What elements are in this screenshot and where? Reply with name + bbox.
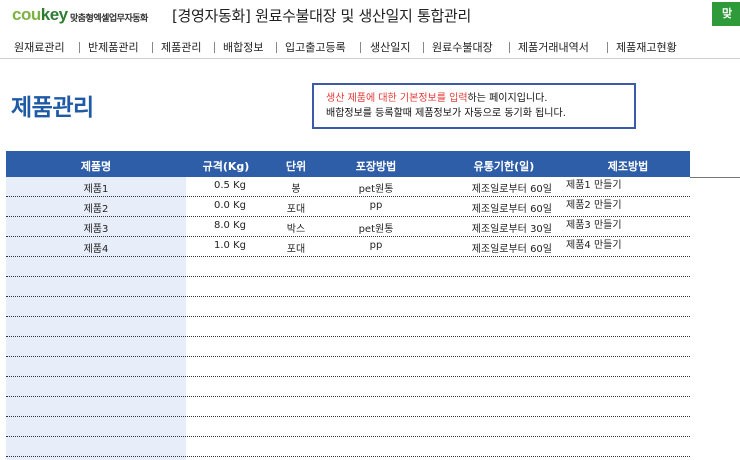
cell-shelf-life[interactable]: 제조일로부터 60일 — [446, 180, 552, 195]
empty-row[interactable] — [6, 317, 690, 337]
empty-row[interactable] — [6, 277, 690, 297]
nav-separator — [214, 42, 215, 53]
cell-name[interactable]: 제품1 — [6, 180, 186, 195]
table-row[interactable]: 제품1 0.5 Kg 봉 pet원통 제조일로부터 60일 제품1 만들기 — [6, 177, 690, 197]
nav-item-material-ledger[interactable]: 원료수불대장 — [432, 39, 493, 55]
empty-row[interactable] — [6, 257, 690, 277]
nav-item-products[interactable]: 제품관리 — [161, 39, 201, 55]
cell-name[interactable]: 제품4 — [6, 240, 186, 255]
cell-spec[interactable]: 0.0 Kg — [186, 200, 246, 211]
empty-row[interactable] — [6, 337, 690, 357]
cell-pack[interactable]: pp — [324, 240, 428, 251]
main-nav: 원재료관리 반제품관리 제품관리 배합정보 입고출고등록 생산일지 원료수불대장… — [0, 35, 740, 59]
cell-method[interactable]: 제품4 만들기 — [566, 236, 686, 251]
cell-spec[interactable]: 1.0 Kg — [186, 240, 246, 251]
nav-item-formula[interactable]: 배합정보 — [223, 39, 263, 55]
cell-spec[interactable]: 0.5 Kg — [186, 180, 246, 191]
notice-line-1: 생산 제품에 대한 기본정보를 입력하는 페이지입니다. — [326, 91, 634, 106]
info-notice: 생산 제품에 대한 기본정보를 입력하는 페이지입니다. 배합정보를 등록할때 … — [312, 83, 636, 129]
page-title: 제품관리 — [11, 95, 94, 121]
nav-item-inventory[interactable]: 제품재고현황 — [616, 39, 677, 55]
header-divider — [690, 177, 740, 178]
logo-text-key: key — [40, 5, 68, 24]
nav-item-raw-materials[interactable]: 원재료관리 — [14, 39, 65, 55]
cell-unit[interactable]: 포대 — [268, 240, 324, 255]
notice-line-2: 배합정보를 등록할때 제품정보가 자동으로 동기화 됩니다. — [326, 108, 566, 119]
table-header: 제품명 규격(Kg) 단위 포장방법 유통기한(일) 제조방법 — [6, 151, 690, 177]
cell-method[interactable]: 제품1 만들기 — [566, 176, 686, 191]
empty-row[interactable] — [6, 397, 690, 417]
cell-method[interactable]: 제품2 만들기 — [566, 196, 686, 211]
empty-row[interactable] — [6, 357, 690, 377]
table-row[interactable]: 제품4 1.0 Kg 포대 pp 제조일로부터 60일 제품4 만들기 — [6, 237, 690, 257]
nav-separator — [509, 42, 510, 53]
nav-item-production-log[interactable]: 생산일지 — [370, 39, 410, 55]
cell-pack[interactable]: pet원통 — [324, 220, 428, 235]
logo-subtitle: 맞춤형엑셀업무자동화 — [70, 14, 148, 24]
cell-unit[interactable]: 포대 — [268, 200, 324, 215]
nav-item-semi-products[interactable]: 반제품관리 — [88, 39, 139, 55]
empty-row[interactable] — [6, 417, 690, 437]
column-header-shelf-life: 유통기한(일) — [473, 160, 535, 173]
cell-shelf-life[interactable]: 제조일로부터 60일 — [446, 200, 552, 215]
table-row[interactable]: 제품3 8.0 Kg 박스 pet원통 제조일로부터 30일 제품3 만들기 — [6, 217, 690, 237]
nav-separator — [276, 42, 277, 53]
app-title: [경영자동화] 원료수불대장 및 생산일지 통합관리 — [172, 7, 471, 25]
column-header-name: 제품명 — [80, 160, 112, 173]
cell-name[interactable]: 제품2 — [6, 200, 186, 215]
notice-highlight: 생산 제품에 대한 기본정보를 입력 — [326, 93, 468, 104]
column-header-pack: 포장방법 — [355, 160, 397, 173]
nav-separator — [152, 42, 153, 53]
coukey-logo: coukey — [12, 5, 68, 25]
cell-method[interactable]: 제품3 만들기 — [566, 216, 686, 231]
cell-unit[interactable]: 봉 — [268, 180, 324, 195]
nav-separator — [360, 42, 361, 53]
cell-shelf-life[interactable]: 제조일로부터 30일 — [446, 220, 552, 235]
nav-separator — [423, 42, 424, 53]
nav-item-transactions[interactable]: 제품거래내역서 — [518, 39, 589, 55]
cell-shelf-life[interactable]: 제조일로부터 60일 — [446, 240, 552, 255]
logo-text-cou: cou — [12, 5, 41, 24]
cell-spec[interactable]: 8.0 Kg — [186, 220, 246, 231]
cell-pack[interactable]: pet원통 — [324, 180, 428, 195]
cell-pack[interactable]: pp — [324, 200, 428, 211]
column-header-method: 제조방법 — [607, 160, 649, 173]
table-row[interactable]: 제품2 0.0 Kg 포대 pp 제조일로부터 60일 제품2 만들기 — [6, 197, 690, 217]
empty-row[interactable] — [6, 377, 690, 397]
column-header-unit: 단위 — [285, 160, 307, 173]
nav-item-inout[interactable]: 입고출고등록 — [285, 39, 346, 55]
cell-name[interactable]: 제품3 — [6, 220, 186, 235]
nav-separator — [607, 42, 608, 53]
notice-text: 하는 페이지입니다. — [467, 93, 548, 104]
empty-row[interactable] — [6, 297, 690, 317]
empty-row[interactable] — [6, 437, 690, 457]
column-header-spec: 규격(Kg) — [202, 160, 250, 173]
nav-separator — [79, 42, 80, 53]
cell-unit[interactable]: 박스 — [268, 220, 324, 235]
corner-button[interactable]: 맞 — [712, 2, 740, 26]
app-header: coukey 맞춤형엑셀업무자동화 [경영자동화] 원료수불대장 및 생산일지 … — [0, 0, 740, 33]
